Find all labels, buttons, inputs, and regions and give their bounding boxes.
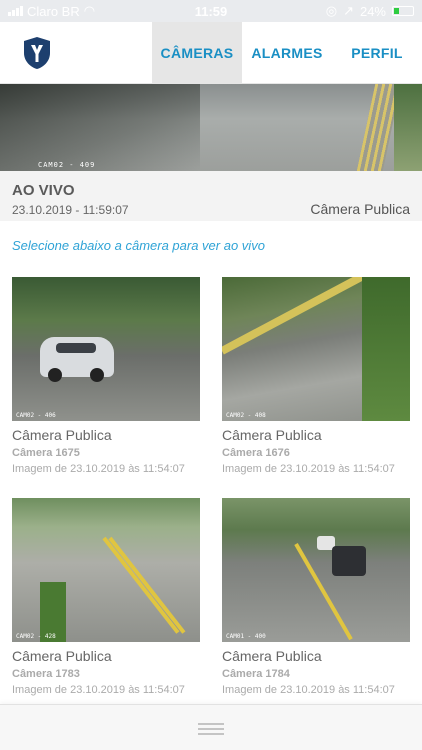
trees-shape bbox=[362, 277, 410, 421]
status-time: 11:59 bbox=[194, 3, 228, 19]
camera-card[interactable]: CAM02 - 408 Câmera Publica Câmera 1676 I… bbox=[222, 277, 410, 475]
feed-overlay-label: CAM02 - 409 bbox=[38, 161, 96, 169]
live-title: AO VIVO bbox=[12, 182, 75, 199]
wifi-icon: ◠ bbox=[83, 3, 96, 18]
app-header: CÂMERAS ALARMES PERFIL bbox=[0, 22, 422, 91]
main-nav: CÂMERAS ALARMES PERFIL bbox=[152, 22, 422, 91]
live-video-feed[interactable]: CAM02 - 409 bbox=[0, 84, 422, 171]
status-right: ◎ ↗ 24% bbox=[326, 3, 414, 19]
shield-y-logo[interactable] bbox=[22, 36, 52, 70]
camera-title: Câmera Publica bbox=[12, 427, 112, 443]
camera-timestamp: Imagem de 23.10.2019 às 11:54:07 bbox=[12, 684, 185, 696]
feed-shadow bbox=[0, 84, 200, 171]
bottom-sheet-bar[interactable] bbox=[0, 704, 422, 750]
signal-icon bbox=[8, 6, 23, 16]
camera-title: Câmera Publica bbox=[12, 648, 112, 664]
camera-thumbnail[interactable]: CAM02 - 428 bbox=[12, 498, 200, 642]
tab-profile[interactable]: PERFIL bbox=[332, 22, 422, 84]
car-shape bbox=[40, 337, 114, 382]
battery-percent: 24% bbox=[359, 3, 386, 19]
live-info-bar: AO VIVO 23.10.2019 - 11:59:07 Câmera Pub… bbox=[0, 171, 422, 221]
battery-icon bbox=[392, 6, 414, 16]
camera-thumbnail[interactable]: CAM02 - 406 bbox=[12, 277, 200, 421]
camera-card[interactable]: CAM02 - 406 Câmera Publica Câmera 1675 I… bbox=[12, 277, 200, 475]
road-line bbox=[108, 536, 186, 634]
instruction-text: Selecione abaixo a câmera para ver ao vi… bbox=[12, 238, 265, 253]
camera-id: Câmera 1676 bbox=[222, 447, 290, 459]
feed-grass bbox=[394, 84, 422, 171]
status-left: Claro BR ◠ bbox=[8, 3, 95, 19]
lock-rotation-icon: ◎ bbox=[325, 3, 338, 18]
camera-thumbnail[interactable]: CAM01 - 400 bbox=[222, 498, 410, 642]
camera-timestamp: Imagem de 23.10.2019 às 11:54:07 bbox=[12, 463, 185, 475]
road-line bbox=[102, 536, 180, 634]
thumbnail-overlay-label: CAM01 - 400 bbox=[226, 633, 266, 640]
camera-id: Câmera 1783 bbox=[12, 668, 80, 680]
camera-timestamp: Imagem de 23.10.2019 às 11:54:07 bbox=[222, 684, 395, 696]
camera-thumbnail[interactable]: CAM02 - 408 bbox=[222, 277, 410, 421]
camera-id: Câmera 1784 bbox=[222, 668, 290, 680]
camera-title: Câmera Publica bbox=[222, 427, 322, 443]
camera-title: Câmera Publica bbox=[222, 648, 322, 664]
camera-id: Câmera 1675 bbox=[12, 447, 80, 459]
live-datetime: 23.10.2019 - 11:59:07 bbox=[12, 203, 129, 217]
thumbnail-overlay-label: CAM02 - 406 bbox=[16, 412, 56, 419]
alarm-icon: ↗ bbox=[343, 3, 354, 18]
tab-cameras[interactable]: CÂMERAS bbox=[152, 22, 242, 91]
drag-handle-icon[interactable] bbox=[198, 723, 224, 735]
status-bar: Claro BR ◠ 11:59 ◎ ↗ 24% bbox=[0, 0, 422, 22]
thumbnail-overlay-label: CAM02 - 408 bbox=[226, 412, 266, 419]
tab-alarms[interactable]: ALARMES bbox=[242, 22, 332, 84]
camera-timestamp: Imagem de 23.10.2019 às 11:54:07 bbox=[222, 463, 395, 475]
thumbnail-overlay-label: CAM02 - 428 bbox=[16, 633, 56, 640]
camera-card[interactable]: CAM02 - 428 Câmera Publica Câmera 1783 I… bbox=[12, 498, 200, 696]
camera-card[interactable]: CAM01 - 400 Câmera Publica Câmera 1784 I… bbox=[222, 498, 410, 696]
live-camera-name: Câmera Publica bbox=[310, 201, 410, 217]
carrier-name: Claro BR bbox=[27, 3, 80, 19]
car-shape bbox=[332, 546, 366, 576]
